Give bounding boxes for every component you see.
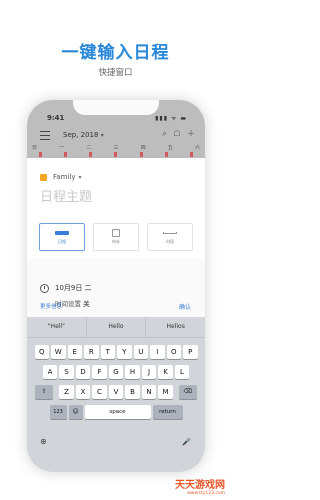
subject-input[interactable]: [40, 190, 190, 205]
calendar-selector[interactable]: Family ▾: [40, 173, 82, 181]
delete-key[interactable]: ⌫: [178, 385, 197, 399]
time-setting-value: 关: [83, 300, 90, 308]
search-icon[interactable]: ⌕: [162, 129, 166, 138]
key[interactable]: V: [108, 385, 124, 399]
period-icon: [163, 232, 177, 234]
phone-notch: [73, 100, 159, 115]
numbers-key[interactable]: 123: [49, 405, 67, 419]
event-marker: [39, 152, 42, 157]
key[interactable]: R: [84, 345, 99, 359]
confirm-button[interactable]: 确认: [179, 302, 191, 311]
weekday: 四: [140, 145, 146, 151]
weekday: 二: [86, 145, 92, 151]
key[interactable]: B: [125, 385, 140, 399]
header-actions: ⌕ ☖ ＋: [158, 128, 195, 139]
more-options-link[interactable]: 更多信息: [40, 302, 62, 310]
key[interactable]: S: [59, 365, 74, 379]
type-label: 时段: [166, 239, 174, 244]
key[interactable]: T: [100, 345, 115, 359]
weekday-row: 日 一 二 三 四 五 六: [32, 144, 200, 151]
key[interactable]: O: [166, 345, 181, 359]
keyboard-row-1: Q W E R T Y U I O P: [27, 345, 205, 359]
month-label: Sep, 2018: [63, 131, 99, 139]
type-event-button[interactable]: 日程: [39, 223, 85, 251]
weekday: 五: [167, 145, 173, 151]
key[interactable]: C: [92, 385, 107, 399]
type-label: 日程: [58, 239, 66, 244]
suggestion-item[interactable]: Hellos: [145, 317, 205, 337]
type-label: 待办: [112, 239, 120, 244]
event-marker: [114, 152, 118, 157]
type-todo-button[interactable]: 待办: [93, 223, 139, 251]
chevron-down-icon: ▾: [78, 173, 82, 181]
keyboard-row-2: A S D F G H J K L: [27, 365, 205, 379]
suggestion-bar: "Hell" Hello Hellos: [27, 317, 205, 338]
key[interactable]: X: [75, 385, 91, 399]
emoji-icon[interactable]: ☺: [68, 405, 83, 419]
calendar-name: Family: [53, 173, 76, 181]
key[interactable]: M: [158, 385, 173, 399]
return-key[interactable]: return: [152, 405, 183, 419]
event-marker: [64, 152, 68, 157]
suggestion-item[interactable]: "Hell": [27, 317, 86, 337]
month-selector[interactable]: Sep, 2018 ▾: [63, 131, 104, 139]
event-marker: [164, 152, 168, 157]
globe-icon[interactable]: ⊕: [40, 437, 47, 446]
event-date: 10月9日 二: [55, 284, 92, 292]
todo-icon: [112, 229, 120, 237]
type-period-button[interactable]: 时段: [147, 223, 193, 251]
key[interactable]: A: [42, 365, 58, 379]
key[interactable]: N: [141, 385, 157, 399]
key[interactable]: G: [108, 365, 124, 379]
keyboard-row-3: ⇧ Z X C V B N M ⌫: [27, 385, 205, 399]
key[interactable]: Q: [34, 345, 49, 359]
key[interactable]: J: [141, 365, 157, 379]
watermark-name: 天天游戏网: [175, 480, 225, 491]
suggestion-item[interactable]: Hello: [85, 317, 146, 337]
calendar-color-swatch: [40, 173, 47, 181]
key[interactable]: H: [125, 365, 140, 379]
add-icon[interactable]: ＋: [187, 129, 195, 138]
keyboard-row-4: 123 ☺ space return: [27, 405, 205, 419]
type-selector: 日程 待办 时段: [39, 223, 193, 251]
weekday: 一: [59, 145, 65, 151]
event-marker: [89, 152, 93, 157]
key[interactable]: D: [75, 365, 91, 379]
event-marker: [139, 152, 143, 157]
event-markers: [39, 152, 193, 157]
weekday: 日: [32, 145, 38, 151]
menu-icon[interactable]: [40, 131, 50, 140]
inbox-icon[interactable]: ☖: [173, 129, 180, 138]
weekday: 三: [113, 145, 119, 151]
keyboard: "Hell" Hello Hellos Q W E R T Y U I O P …: [27, 317, 205, 472]
watermark-url: www.tty123.com: [187, 491, 225, 496]
microphone-icon[interactable]: 🎤: [182, 438, 191, 446]
key[interactable]: U: [133, 345, 148, 359]
key[interactable]: Y: [117, 345, 132, 359]
weekday: 六: [194, 145, 200, 151]
watermark-logo: 天天游戏网 www.tty123.com: [175, 476, 225, 496]
key[interactable]: L: [174, 365, 190, 379]
status-time: 9:41: [47, 114, 65, 122]
headline-subtitle: 快捷窗口: [98, 68, 133, 78]
event-marker: [189, 152, 193, 157]
key[interactable]: P: [183, 345, 198, 359]
quick-add-sheet: Family ▾ 日程 待办 时段: [27, 158, 205, 258]
space-key[interactable]: space: [84, 405, 151, 419]
phone-frame: 9:41 ▮▮▮ ᯤ ▬ Sep, 2018 ▾ ⌕ ☖ ＋ 日 一 二 三 四…: [27, 100, 205, 472]
headline-title: 一键输入日程: [61, 43, 170, 63]
key[interactable]: W: [51, 345, 66, 359]
bar-icon: [55, 231, 69, 235]
clock-icon: [40, 284, 49, 293]
key[interactable]: F: [92, 365, 107, 379]
key[interactable]: Z: [59, 385, 74, 399]
key[interactable]: E: [67, 345, 82, 359]
key[interactable]: K: [158, 365, 173, 379]
chevron-down-icon: ▾: [100, 132, 104, 139]
status-indicators: ▮▮▮ ᯤ ▬: [155, 115, 187, 122]
key[interactable]: I: [150, 345, 165, 359]
shift-key[interactable]: ⇧: [35, 385, 54, 399]
